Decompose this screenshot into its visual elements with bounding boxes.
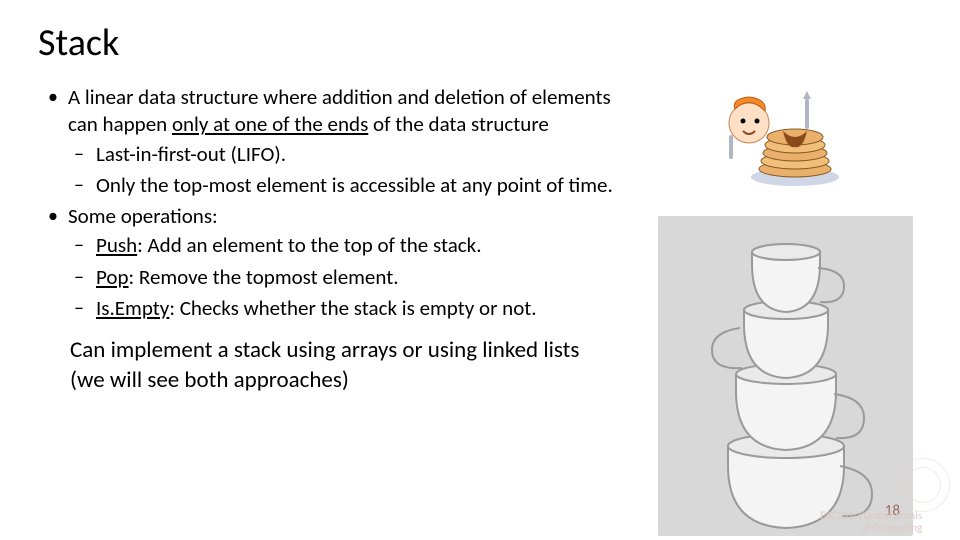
bullet-1-sub-2: Only the top-most element is accessible … (96, 172, 640, 199)
bullet-2-text: Some operations: (68, 203, 218, 229)
image-column (640, 84, 930, 536)
bullet-1-text-underline: only at one of the ends (172, 111, 368, 137)
closing-text: Can implement a stack using arrays or us… (70, 336, 590, 396)
push-post: : Add an element to the top of the stack… (137, 232, 481, 258)
bullet-2-sublist: Push: Add an element to the top of the s… (68, 232, 640, 322)
push-underline: Push (96, 232, 137, 258)
footer-line-2: of Computing (861, 521, 922, 534)
pancakes-image (710, 84, 860, 204)
pop-underline: Pop (96, 264, 129, 290)
bullet-2: Some operations: Push: Add an element to… (68, 203, 640, 322)
bullet-1: A linear data structure where addition a… (68, 84, 640, 199)
bullet-list: A linear data structure where addition a… (30, 84, 640, 322)
stacked-cups-image (658, 216, 913, 536)
slide-title: Stack (38, 20, 930, 66)
bullet-2-sub-2: Pop: Remove the topmost element. (96, 264, 640, 291)
text-column: A linear data structure where addition a… (30, 84, 640, 396)
pancakes-icon (715, 89, 855, 199)
institution-seal-icon (896, 458, 950, 512)
pop-post: : Remove the topmost element. (129, 264, 399, 290)
bullet-1-sub-1: Last-in-first-out (LIFO). (96, 141, 640, 168)
content-row: A linear data structure where addition a… (30, 84, 930, 536)
footer-text: ESC101: Fundamentals of Computing (820, 510, 922, 534)
cups-icon (658, 216, 913, 536)
footer-line-1: ESC101: Fundamentals (820, 509, 922, 522)
isempty-post: : Checks whether the stack is empty or n… (169, 295, 536, 321)
bullet-1-sublist: Last-in-first-out (LIFO). Only the top-m… (68, 141, 640, 200)
bullet-1-text-post: of the data structure (368, 111, 549, 137)
bullet-2-sub-3: Is.Empty: Checks whether the stack is em… (96, 295, 640, 322)
isempty-underline: Is.Empty (96, 295, 169, 321)
bullet-2-sub-1: Push: Add an element to the top of the s… (96, 232, 640, 259)
slide: Stack A linear data structure where addi… (0, 0, 960, 540)
